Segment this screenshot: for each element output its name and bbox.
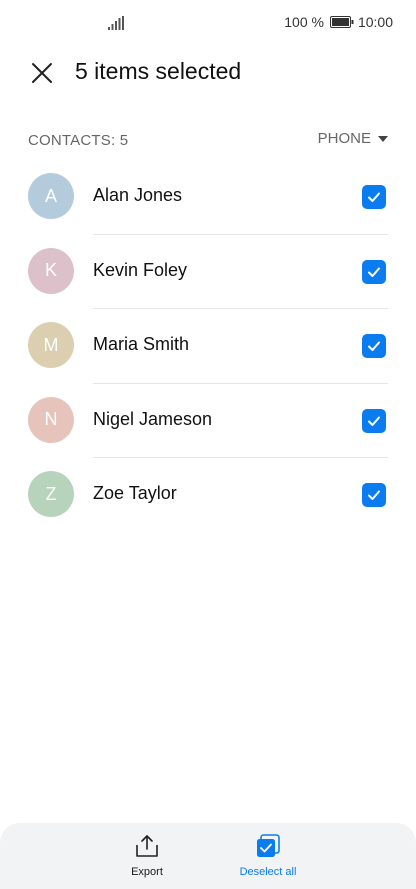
selection-checkbox[interactable]: [362, 334, 386, 358]
close-icon: [32, 63, 52, 83]
checkmark-icon: [368, 490, 380, 500]
selection-checkbox[interactable]: [362, 408, 386, 433]
source-dropdown-label: PHONE: [317, 130, 371, 147]
list-subheader: CONTACTS: 5 PHONE: [0, 125, 416, 155]
avatar: A: [28, 173, 74, 219]
selection-checkbox[interactable]: [362, 483, 386, 507]
checkmark-icon: [368, 416, 380, 426]
avatar: N: [28, 396, 74, 443]
deselect-all-icon: [257, 834, 280, 857]
contact-row[interactable]: N Nigel Jameson: [0, 384, 416, 458]
close-button[interactable]: [28, 59, 56, 87]
selection-checkbox[interactable]: [362, 259, 386, 284]
bottom-action-bar: Export Deselect all: [0, 823, 416, 889]
avatar: M: [28, 322, 74, 368]
checkmark-icon: [368, 267, 380, 277]
battery-full-icon: [329, 16, 354, 28]
selection-checkbox[interactable]: [362, 185, 386, 209]
contact-name: Kevin Foley: [93, 259, 188, 280]
status-time: 10:00: [357, 14, 393, 30]
status-bar: 100 % 10:00: [0, 0, 416, 48]
checkmark-icon: [368, 341, 380, 351]
deselect-all-label: Deselect all: [239, 866, 297, 878]
source-dropdown[interactable]: PHONE: [318, 130, 388, 147]
contact-row[interactable]: A Alan Jones: [0, 160, 416, 235]
checkmark-icon: [368, 192, 380, 202]
contact-row[interactable]: Z Zoe Taylor: [0, 458, 416, 533]
contact-row[interactable]: M Maria Smith: [0, 309, 416, 384]
header: 5 items selected: [0, 48, 416, 98]
contact-name: Nigel Jameson: [93, 408, 213, 429]
contact-row[interactable]: K Kevin Foley: [0, 235, 416, 309]
contact-name: Alan Jones: [93, 185, 183, 205]
contacts-count-label: CONTACTS: 5: [28, 132, 129, 149]
export-icon: [136, 835, 158, 857]
deselect-all-button[interactable]: Deselect all: [228, 833, 308, 878]
export-button[interactable]: Export: [107, 833, 187, 878]
contact-name: Zoe Taylor: [93, 483, 177, 503]
page-title: 5 items selected: [75, 58, 242, 84]
avatar: K: [28, 247, 74, 294]
caret-down-icon: [378, 135, 388, 142]
contact-list: A Alan Jones K Kevin Foley M Maria Smith…: [0, 160, 416, 533]
export-label: Export: [131, 866, 163, 878]
avatar: Z: [28, 471, 74, 517]
status-right: 100 % 10:00: [284, 14, 393, 30]
signal-bars-icon: [108, 16, 124, 30]
battery-percent: 100 %: [284, 14, 324, 30]
contact-name: Maria Smith: [93, 334, 190, 354]
